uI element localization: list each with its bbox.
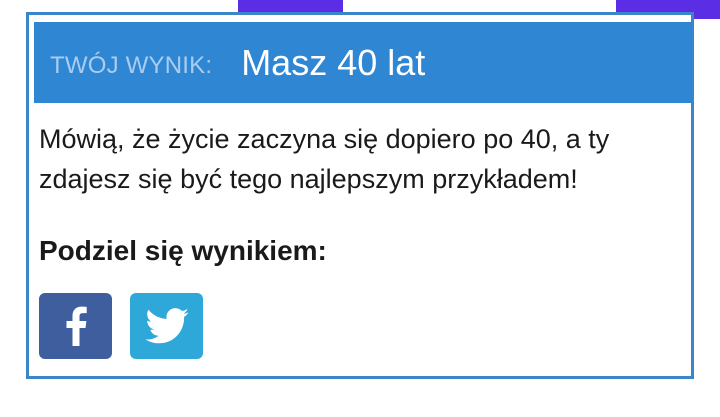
result-label: TWÓJ WYNIK: [50,51,213,79]
result-description: Mówią, że życie zaczyna się dopiero po 4… [39,124,610,194]
share-twitter-button[interactable] [130,293,203,359]
share-heading: Podziel się wynikiem: [39,235,327,266]
result-header: TWÓJ WYNIK: Masz 40 lat [34,22,692,103]
share-facebook-button[interactable] [39,293,112,359]
result-title: Masz 40 lat [241,41,426,83]
twitter-icon [144,308,189,344]
quiz-result-card: TWÓJ WYNIK: Masz 40 lat Mówią, że życie … [26,12,694,379]
facebook-icon [64,306,88,346]
